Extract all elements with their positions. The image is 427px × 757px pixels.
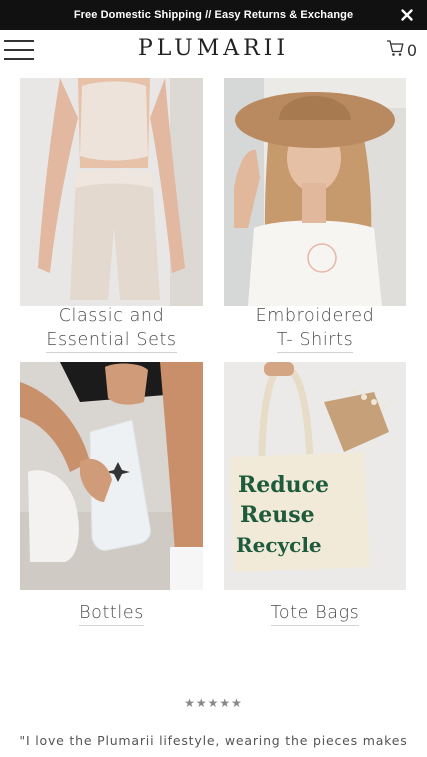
site-logo[interactable]: PLUMARII: [0, 36, 427, 61]
collection-image-tote-bags: Reduce Reuse Recycle: [224, 362, 406, 590]
collection-title: Tote Bags: [270, 601, 360, 626]
cart-button[interactable]: 0: [386, 39, 417, 61]
announcement-text: Free Domestic Shipping // Easy Returns &…: [73, 9, 354, 21]
collection-card-tote-bags[interactable]: Reduce Reuse Recycle Tote Bags: [224, 362, 406, 627]
star-rating: ★★★★★: [184, 696, 243, 710]
collection-caption-essential-sets: Classic and Essential Sets: [20, 304, 203, 353]
tote-print-line1: Reduce: [238, 472, 329, 498]
collection-caption-tote-bags: Tote Bags: [224, 601, 406, 626]
collection-image-essential-sets: [20, 78, 203, 306]
collection-title-line2: Essential Sets: [46, 328, 177, 353]
announcement-bar: Free Domestic Shipping // Easy Returns &…: [0, 0, 427, 30]
collection-card-tshirts[interactable]: Embroidered T- Shirts: [224, 78, 406, 354]
tote-print-line2: Reuse: [240, 502, 315, 528]
collection-image-tshirts: [224, 78, 406, 306]
cart-count: 0: [406, 40, 417, 60]
collection-image-bottles: [20, 362, 203, 590]
collection-title: Bottles: [79, 601, 144, 626]
tote-print-line3: Recycle: [236, 533, 322, 557]
collection-caption-bottles: Bottles: [20, 601, 203, 626]
site-header: PLUMARII 0: [0, 30, 427, 74]
collection-card-essential-sets[interactable]: Classic and Essential Sets: [20, 78, 203, 354]
collection-title-line2: T- Shirts: [276, 328, 354, 353]
close-icon[interactable]: [399, 7, 415, 23]
testimonial-text: "I love the Plumarii lifestyle, wearing …: [19, 733, 408, 748]
collection-title-line1: Classic and: [58, 306, 165, 326]
cart-icon: [386, 39, 404, 61]
collection-caption-tshirts: Embroidered T- Shirts: [224, 304, 406, 353]
collection-title-line1: Embroidered: [255, 306, 375, 326]
collection-card-bottles[interactable]: Bottles: [20, 362, 203, 627]
